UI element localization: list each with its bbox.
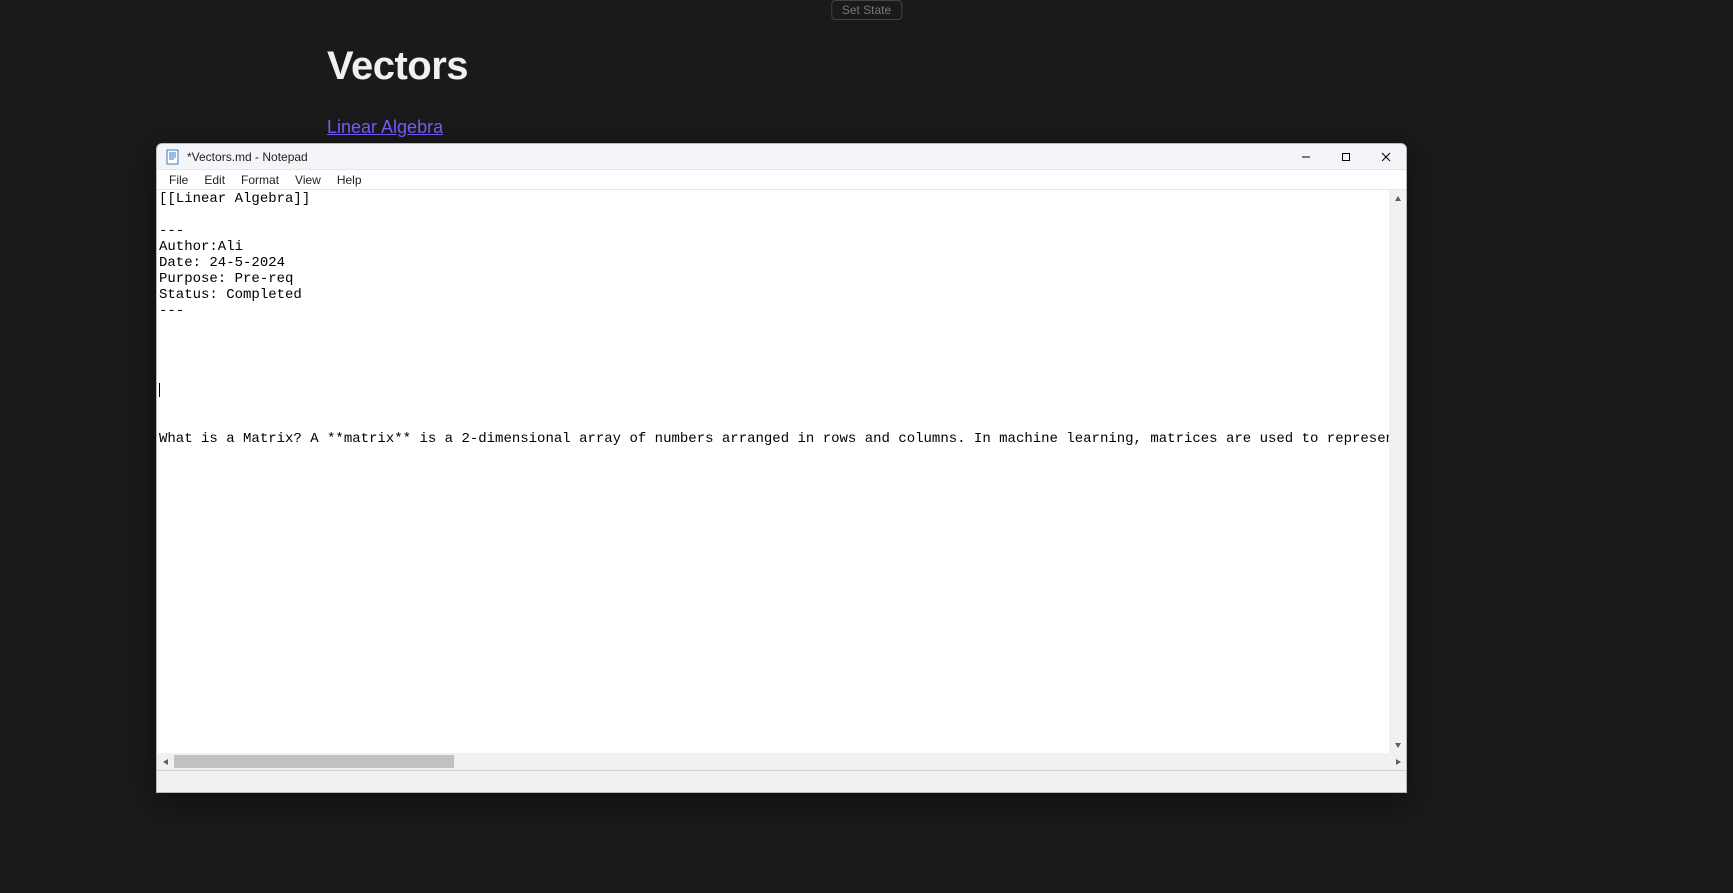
window-controls bbox=[1286, 144, 1406, 169]
page-title: Vectors bbox=[327, 44, 468, 89]
status-bar bbox=[157, 770, 1406, 792]
text-editor[interactable]: [[Linear Algebra]] --- Author:Ali Date: … bbox=[157, 190, 1389, 753]
hscroll-track[interactable] bbox=[174, 753, 1389, 770]
background-page: Vectors Linear Algebra bbox=[327, 44, 468, 138]
window-title: *Vectors.md - Notepad bbox=[187, 150, 308, 164]
text-region: [[Linear Algebra]] --- Author:Ali Date: … bbox=[157, 190, 1406, 753]
scroll-down-arrow-icon[interactable] bbox=[1389, 736, 1406, 753]
maximize-button[interactable] bbox=[1326, 144, 1366, 169]
menu-view[interactable]: View bbox=[287, 172, 329, 188]
vertical-scrollbar[interactable] bbox=[1389, 190, 1406, 753]
minimize-button[interactable] bbox=[1286, 144, 1326, 169]
hscroll-thumb[interactable] bbox=[174, 755, 454, 768]
close-button[interactable] bbox=[1366, 144, 1406, 169]
menu-file[interactable]: File bbox=[161, 172, 196, 188]
scroll-up-arrow-icon[interactable] bbox=[1389, 190, 1406, 207]
scroll-right-arrow-icon[interactable] bbox=[1389, 753, 1406, 770]
menu-format[interactable]: Format bbox=[233, 172, 287, 188]
notepad-icon bbox=[165, 149, 181, 165]
scroll-left-arrow-icon[interactable] bbox=[157, 753, 174, 770]
notepad-window: *Vectors.md - Notepad File Edit Format V… bbox=[156, 143, 1407, 793]
horizontal-scrollbar[interactable] bbox=[157, 753, 1406, 770]
set-state-button[interactable]: Set State bbox=[831, 0, 902, 20]
menu-edit[interactable]: Edit bbox=[196, 172, 233, 188]
wikilink-linear-algebra[interactable]: Linear Algebra bbox=[327, 117, 443, 138]
title-bar[interactable]: *Vectors.md - Notepad bbox=[157, 144, 1406, 170]
menu-help[interactable]: Help bbox=[329, 172, 370, 188]
menu-bar: File Edit Format View Help bbox=[157, 170, 1406, 190]
